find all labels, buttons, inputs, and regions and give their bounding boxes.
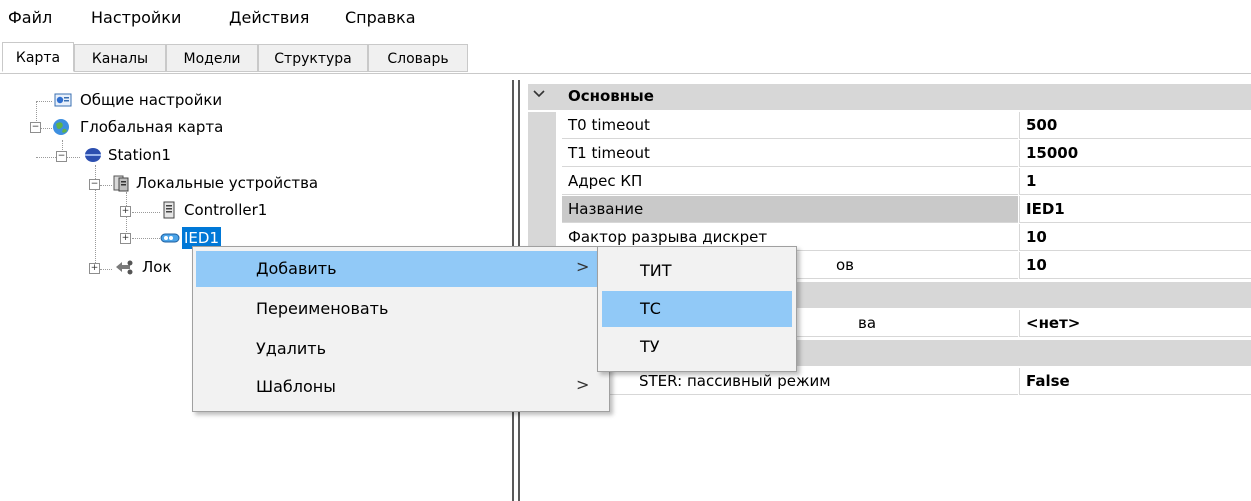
menu-item-label: ТС	[640, 299, 661, 318]
menu-item-delete[interactable]: Удалить	[196, 331, 606, 367]
property-row[interactable]: STER: пассивный режим False	[528, 368, 1251, 396]
property-value[interactable]: <нет>	[1019, 310, 1251, 337]
devices-icon	[112, 174, 130, 192]
property-value[interactable]: IED1	[1019, 196, 1251, 223]
menu-bar: Файл Настройки Действия Справка	[0, 0, 1251, 36]
globe-icon	[52, 118, 70, 136]
menu-actions[interactable]: Действия	[229, 8, 309, 27]
property-value[interactable]: 10	[1019, 224, 1251, 251]
tree-node-local[interactable]: Лок	[142, 256, 172, 278]
property-name: Адрес КП	[562, 168, 1018, 195]
tree-line	[132, 212, 160, 213]
menu-item-label: ТИТ	[640, 261, 672, 280]
submenu-arrow-icon: >	[576, 257, 590, 276]
ied-icon	[160, 229, 180, 247]
tree-line	[100, 269, 112, 270]
submenu-item-tit[interactable]: ТИТ	[602, 253, 792, 289]
context-menu: Добавить > Переименовать Удалить Шаблоны…	[192, 246, 610, 412]
menu-help[interactable]: Справка	[345, 8, 416, 27]
submenu-add: ТИТ ТС ТУ	[597, 246, 797, 372]
submenu-item-tu[interactable]: ТУ	[602, 329, 792, 365]
property-value[interactable]: 15000	[1019, 140, 1251, 167]
menu-item-rename[interactable]: Переименовать	[196, 291, 606, 327]
tab-structure[interactable]: Структура	[258, 44, 368, 72]
chevron-down-icon[interactable]	[532, 87, 546, 105]
property-name: Название	[562, 196, 1018, 223]
collapse-icon[interactable]: −	[89, 179, 100, 190]
submenu-arrow-icon: >	[576, 375, 590, 394]
tree-line	[36, 101, 52, 102]
menu-item-label: ТУ	[640, 337, 660, 356]
property-row[interactable]: T0 timeout 500	[528, 112, 1251, 140]
controller-icon	[160, 201, 178, 219]
property-value[interactable]: False	[1019, 368, 1251, 395]
collapse-icon[interactable]: −	[56, 151, 67, 162]
settings-icon	[54, 91, 72, 109]
menu-item-add[interactable]: Добавить >	[196, 251, 606, 287]
row-gutter	[528, 140, 556, 168]
tab-models[interactable]: Модели	[166, 44, 258, 72]
tab-channels[interactable]: Каналы	[74, 44, 166, 72]
menu-item-label: Удалить	[256, 339, 326, 358]
submenu-item-ts[interactable]: ТС	[602, 291, 792, 327]
menu-file[interactable]: Файл	[8, 8, 52, 27]
tree-node-controller1[interactable]: Controller1	[184, 199, 267, 221]
menu-settings[interactable]: Настройки	[91, 8, 181, 27]
category-title: Основные	[568, 87, 654, 105]
row-gutter	[528, 196, 556, 224]
row-gutter	[528, 112, 556, 140]
category-header[interactable]: Основные	[528, 84, 1251, 110]
property-row-selected[interactable]: Название IED1	[528, 196, 1251, 224]
menu-item-templates[interactable]: Шаблоны >	[196, 369, 606, 405]
station-icon	[84, 146, 102, 164]
property-value[interactable]: 10	[1019, 252, 1251, 279]
property-row[interactable]: Адрес КП 1	[528, 168, 1251, 196]
menu-item-label: Добавить	[256, 259, 337, 278]
property-value[interactable]: 500	[1019, 112, 1251, 139]
menu-item-label: Шаблоны	[256, 377, 336, 396]
expand-icon[interactable]: +	[120, 206, 131, 217]
tree-node-station1[interactable]: Station1	[108, 144, 171, 166]
property-row[interactable]: T1 timeout 15000	[528, 140, 1251, 168]
tree-line	[100, 185, 112, 186]
property-name: T0 timeout	[562, 112, 1018, 139]
tree-node-local-devices[interactable]: Локальные устройства	[136, 172, 318, 194]
property-value[interactable]: 1	[1019, 168, 1251, 195]
network-icon	[114, 258, 133, 276]
tab-dictionary[interactable]: Словарь	[368, 44, 468, 72]
tree-node-global-map[interactable]: Глобальная карта	[80, 116, 223, 138]
menu-item-label: Переименовать	[256, 299, 389, 318]
property-name: STER: пассивный режим	[562, 368, 1018, 395]
row-gutter	[528, 168, 556, 196]
tab-divider	[0, 73, 1251, 74]
tree-line	[132, 238, 160, 239]
expand-icon[interactable]: +	[120, 233, 131, 244]
tab-map[interactable]: Карта	[2, 42, 74, 72]
expand-icon[interactable]: +	[89, 263, 100, 274]
collapse-icon[interactable]: −	[30, 122, 41, 133]
property-name: T1 timeout	[562, 140, 1018, 167]
tree-node-general-settings[interactable]: Общие настройки	[80, 89, 222, 111]
